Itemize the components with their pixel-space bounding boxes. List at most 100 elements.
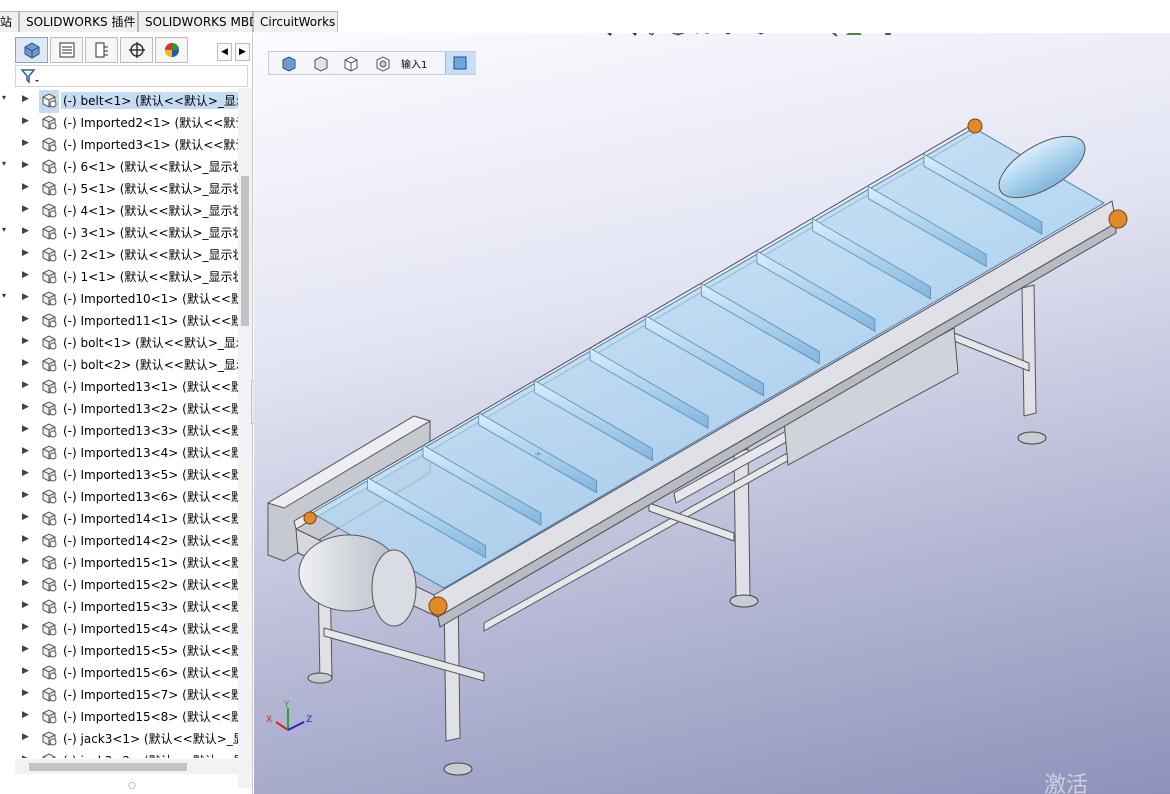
component-icon-wrap <box>39 618 59 641</box>
component-icon <box>42 181 57 196</box>
expand-arrow-icon[interactable]: ▶ <box>22 688 29 698</box>
component-icon-wrap <box>39 750 59 758</box>
panel-grip[interactable]: ○ <box>128 781 136 791</box>
expand-arrow-icon[interactable]: ▶ <box>22 622 29 632</box>
expand-arrow-icon[interactable]: ▶ <box>22 314 29 324</box>
tree-vertical-scroll-thumb[interactable] <box>241 176 249 326</box>
expand-arrow-icon[interactable]: ▶ <box>22 380 29 390</box>
tree-row[interactable]: ▶ (-) 2<1> (默认<<默认>_显示状 <box>15 243 239 265</box>
expand-arrow-icon[interactable]: ▶ <box>22 204 29 214</box>
tree-row-label: (-) Imported14<2> (默认<<默 <box>63 534 239 548</box>
tree-row[interactable]: ▶ (-) Imported11<1> (默认<<默 <box>15 309 239 331</box>
expand-arrow-icon[interactable]: ▶ <box>22 468 29 478</box>
tree-row[interactable]: ▶ (-) Imported3<1> (默认<<默认 <box>15 133 239 155</box>
tree-row-label: (-) Imported11<1> (默认<<默 <box>63 314 239 328</box>
graphics-viewport[interactable]: ▾ ▾ ▾ ▾ ▾ 输入1 <box>254 33 1170 794</box>
expand-arrow-icon[interactable]: ▶ <box>22 160 29 170</box>
component-icon-wrap <box>39 332 59 355</box>
tree-row[interactable]: ▶ (-) Imported13<3> (默认<<默 <box>15 419 239 441</box>
expand-arrow-icon[interactable]: ▶ <box>22 358 29 368</box>
expand-arrow-icon[interactable]: ▶ <box>22 754 29 758</box>
tab-solidworks-addins[interactable]: SOLIDWORKS 插件 <box>19 11 138 32</box>
feature-tree-filter[interactable] <box>15 65 248 87</box>
feature-manager-tab[interactable] <box>15 37 48 63</box>
tree-row[interactable]: ▶ (-) bolt<2> (默认<<默认>_显示 <box>15 353 239 375</box>
expand-arrow-icon[interactable]: ▶ <box>22 336 29 346</box>
expand-arrow-icon[interactable]: ▶ <box>22 292 29 302</box>
tree-row[interactable]: ▶ (-) Imported13<4> (默认<<默 <box>15 441 239 463</box>
display-manager-tab[interactable] <box>155 37 188 63</box>
collapsed-parent-markers: ▾ ▾ ▾ ▾ <box>2 93 7 300</box>
tree-horizontal-scroll-thumb[interactable] <box>29 763 187 771</box>
component-icon-wrap <box>39 464 59 487</box>
component-icon <box>42 511 57 526</box>
tree-row[interactable]: ▶ (-) jack3<2> (默认<<默认>_显 <box>15 749 239 758</box>
component-icon-wrap <box>39 266 59 289</box>
tree-row[interactable]: ▶ (-) Imported15<6> (默认<<默 <box>15 661 239 683</box>
expand-arrow-icon[interactable]: ▶ <box>22 534 29 544</box>
tree-row[interactable]: ▶ (-) Imported15<1> (默认<<默 <box>15 551 239 573</box>
component-icon-wrap <box>39 90 59 113</box>
tree-row[interactable]: ▶ (-) Imported15<2> (默认<<默 <box>15 573 239 595</box>
tree-row-label: (-) Imported3<1> (默认<<默认 <box>63 138 239 152</box>
expand-arrow-icon[interactable]: ▶ <box>22 490 29 500</box>
expand-arrow-icon[interactable]: ▶ <box>22 710 29 720</box>
tree-row[interactable]: ▶ (-) Imported13<2> (默认<<默 <box>15 397 239 419</box>
component-icon-wrap <box>39 354 59 377</box>
tree-row[interactable]: ▶ (-) Imported13<5> (默认<<默 <box>15 463 239 485</box>
expand-arrow-icon[interactable]: ▶ <box>22 666 29 676</box>
tree-row[interactable]: ▶ (-) Imported15<8> (默认<<默 <box>15 705 239 727</box>
dimxpert-manager-tab[interactable] <box>120 37 153 63</box>
tree-row[interactable]: ▶ (-) Imported14<2> (默认<<默 <box>15 529 239 551</box>
tree-row[interactable]: ▶ (-) jack3<1> (默认<<默认>_显 <box>15 727 239 749</box>
expand-arrow-icon[interactable]: ▶ <box>22 644 29 654</box>
tab-solidworks-mbd[interactable]: SOLIDWORKS MBD <box>138 11 258 32</box>
tree-row[interactable]: ▶ (-) 1<1> (默认<<默认>_显示状 <box>15 265 239 287</box>
tab-circuitworks[interactable]: CircuitWorks <box>253 11 338 32</box>
tree-row[interactable]: ▶ (-) belt<1> (默认<<默认>_显示 <box>15 89 239 113</box>
tree-row[interactable]: ▶ (-) Imported15<4> (默认<<默 <box>15 617 239 639</box>
expand-arrow-icon[interactable]: ▶ <box>22 94 29 104</box>
component-icon-wrap <box>39 728 59 751</box>
tab-cut-off[interactable]: 站 <box>0 11 19 32</box>
expand-arrow-icon[interactable]: ▶ <box>22 270 29 280</box>
tree-row[interactable]: ▶ (-) 3<1> (默认<<默认>_显示状 <box>15 221 239 243</box>
component-icon <box>42 731 57 746</box>
tree-row[interactable]: ▶ (-) Imported10<1> (默认<<默 <box>15 287 239 309</box>
tree-row[interactable]: ▶ (-) bolt<1> (默认<<默认>_显示 <box>15 331 239 353</box>
tree-row-label: (-) bolt<2> (默认<<默认>_显示 <box>63 358 239 372</box>
expand-arrow-icon[interactable]: ▶ <box>22 556 29 566</box>
expand-arrow-icon[interactable]: ▶ <box>22 226 29 236</box>
tree-row[interactable]: ▶ (-) 4<1> (默认<<默认>_显示状 <box>15 199 239 221</box>
expand-arrow-icon[interactable]: ▶ <box>22 402 29 412</box>
expand-arrow-icon[interactable]: ▶ <box>22 578 29 588</box>
expand-arrow-icon[interactable]: ▶ <box>22 116 29 126</box>
component-icon <box>42 225 57 240</box>
tree-row[interactable]: ▶ (-) Imported15<5> (默认<<默 <box>15 639 239 661</box>
tree-row[interactable]: ▶ (-) 6<1> (默认<<默认>_显示状 <box>15 155 239 177</box>
expand-arrow-icon[interactable]: ▶ <box>22 182 29 192</box>
tree-row[interactable]: ▶ (-) Imported13<1> (默认<<默 <box>15 375 239 397</box>
expand-arrow-icon[interactable]: ▶ <box>22 732 29 742</box>
tree-row[interactable]: ▶ (-) 5<1> (默认<<默认>_显示状 <box>15 177 239 199</box>
component-icon-wrap <box>39 376 59 399</box>
expand-arrow-icon[interactable]: ▶ <box>22 138 29 148</box>
expand-arrow-icon[interactable]: ▶ <box>22 248 29 258</box>
conveyor-model[interactable]: + <box>254 33 1170 794</box>
expand-arrow-icon[interactable]: ▶ <box>22 600 29 610</box>
expand-arrow-icon[interactable]: ▶ <box>22 446 29 456</box>
tree-row[interactable]: ▶ (-) Imported13<6> (默认<<默 <box>15 485 239 507</box>
panel-tab-scroll-right[interactable]: ▶ <box>235 43 250 61</box>
expand-arrow-icon[interactable]: ▶ <box>22 424 29 434</box>
origin-crosshair: + <box>534 449 542 460</box>
tree-row[interactable]: ▶ (-) Imported15<7> (默认<<默 <box>15 683 239 705</box>
expand-arrow-icon[interactable]: ▶ <box>22 512 29 522</box>
tree-row[interactable]: ▶ (-) Imported14<1> (默认<<默 <box>15 507 239 529</box>
panel-tab-scroll-left[interactable]: ◀ <box>217 43 232 61</box>
property-manager-tab[interactable] <box>50 37 83 63</box>
tree-row-label: (-) Imported15<3> (默认<<默 <box>63 600 239 614</box>
tree-row[interactable]: ▶ (-) Imported15<3> (默认<<默 <box>15 595 239 617</box>
configuration-manager-tab[interactable] <box>85 37 118 63</box>
tree-row-label: (-) 2<1> (默认<<默认>_显示状 <box>63 248 239 262</box>
tree-row[interactable]: ▶ (-) Imported2<1> (默认<<默认 <box>15 111 239 133</box>
